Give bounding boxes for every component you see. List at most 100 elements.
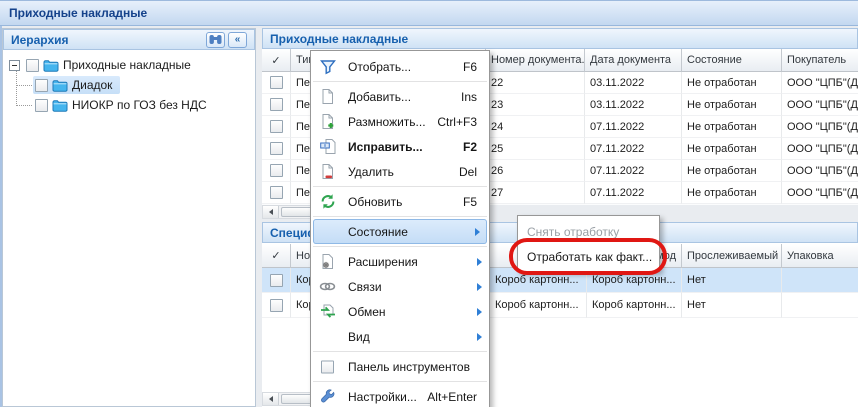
cell-date: 07.11.2022 — [585, 116, 682, 138]
column-header-state[interactable]: Состояние — [682, 49, 782, 72]
hierarchy-toolbar: « — [203, 32, 247, 48]
row-checkbox[interactable] — [270, 142, 283, 155]
cell-date: 07.11.2022 — [585, 182, 682, 204]
cell-packaging — [782, 268, 858, 293]
menu-item-links[interactable]: Связи — [311, 274, 489, 299]
tree-checkbox[interactable] — [26, 59, 39, 72]
cell-state: Не отработан — [682, 138, 782, 160]
cell-buyer: ООО "ЦПБ"(Д — [782, 182, 858, 204]
menu-item-refresh[interactable]: Обновить F5 — [311, 189, 489, 214]
menu-item-view[interactable]: Вид — [311, 324, 489, 349]
cell-date: 03.11.2022 — [585, 72, 682, 94]
menu-item-extensions[interactable]: Расширения — [311, 249, 489, 274]
hierarchy-panel: Иерархия « Приходные накладные — [2, 28, 256, 407]
checkbox-icon — [319, 358, 336, 375]
hierarchy-title: Иерархия — [11, 33, 69, 47]
delete-document-icon — [319, 163, 336, 180]
menu-item-state[interactable]: Состояние — [313, 219, 487, 244]
scroll-left-button[interactable] — [263, 206, 279, 218]
cell-date: 03.11.2022 — [585, 94, 682, 116]
column-header-date[interactable]: Дата документа — [585, 49, 682, 72]
column-header-buyer[interactable]: Покупатель — [782, 49, 858, 72]
collapse-panel-button[interactable]: « — [228, 32, 247, 48]
tree-item-niokr[interactable]: НИОКР по ГОЗ без НДС — [3, 95, 215, 115]
cell-buyer: ООО "ЦПБ"(Д — [782, 160, 858, 182]
cell-buyer: ООО "ЦПБ"(Д — [782, 116, 858, 138]
column-header-check[interactable]: ✓ — [262, 49, 291, 72]
cell-date: 07.11.2022 — [585, 138, 682, 160]
tree-item-label: НИОКР по ГОЗ без НДС — [72, 98, 207, 112]
cell-number: 24 — [486, 116, 585, 138]
tree-checkbox[interactable] — [35, 79, 48, 92]
cell-number: 23 — [486, 94, 585, 116]
links-icon — [319, 278, 336, 295]
row-checkbox[interactable] — [270, 120, 283, 133]
submenu-arrow-icon — [477, 283, 482, 291]
menu-item-add[interactable]: Добавить... Ins — [311, 84, 489, 109]
menu-item-delete[interactable]: Удалить Del — [311, 159, 489, 184]
row-checkbox[interactable] — [270, 98, 283, 111]
tree-checkbox[interactable] — [35, 99, 48, 112]
row-checkbox[interactable] — [270, 186, 283, 199]
app-window: Приходные накладные Иерархия « Приходны — [0, 0, 858, 407]
folder-icon — [52, 99, 68, 112]
exchange-icon — [319, 303, 336, 320]
row-checkbox[interactable] — [270, 164, 283, 177]
clone-document-icon — [319, 113, 336, 130]
tree-item-root[interactable]: Приходные накладные — [3, 55, 199, 75]
submenu-arrow-icon — [477, 258, 482, 266]
submenu-arrow-icon — [477, 333, 482, 341]
cell-date: 07.11.2022 — [585, 160, 682, 182]
window-title: Приходные накладные — [9, 6, 147, 20]
column-header-traceable[interactable]: Прослеживаемый — [682, 244, 782, 268]
column-header-packaging[interactable]: Упаковка — [782, 244, 858, 268]
menu-item-clone[interactable]: Размножить... Ctrl+F3 — [311, 109, 489, 134]
tree-item-label: Диадок — [72, 78, 112, 92]
submenu-arrow-icon — [477, 308, 482, 316]
tree-item-diadok[interactable]: Диадок — [3, 75, 120, 95]
cell-traceable: Нет — [682, 268, 782, 293]
search-button[interactable] — [206, 32, 225, 48]
row-checkbox[interactable] — [270, 299, 283, 312]
cell-number: 27 — [486, 182, 585, 204]
cell-number: 25 — [486, 138, 585, 160]
arrow-left-icon — [269, 396, 273, 402]
row-checkbox[interactable] — [270, 76, 283, 89]
cell-buyer: ООО "ЦПБ"(Д — [782, 72, 858, 94]
arrow-left-icon — [269, 209, 273, 215]
red-highlight-annotation — [509, 238, 667, 275]
cell-col3: Короб картонн... — [490, 293, 587, 318]
cell-state: Не отработан — [682, 182, 782, 204]
cell-buyer: ООО "ЦПБ"(Д — [782, 138, 858, 160]
extensions-icon — [319, 253, 336, 270]
cell-state: Не отработан — [682, 116, 782, 138]
binoculars-icon — [209, 34, 222, 45]
cell-buyer: ООО "ЦПБ"(Д — [782, 94, 858, 116]
settings-wrench-icon — [319, 388, 336, 405]
menu-item-toolbar-toggle[interactable]: Панель инструментов — [311, 354, 489, 379]
invoices-title: Приходные накладные — [270, 32, 408, 46]
menu-item-filter[interactable]: Отобрать... F6 — [311, 54, 489, 79]
folder-icon — [52, 79, 68, 92]
tree-collapse-icon[interactable] — [9, 60, 20, 71]
hierarchy-tree: Приходные накладные Диадок НИОКР по ГОЗ … — [3, 50, 255, 406]
scroll-left-button[interactable] — [263, 393, 279, 405]
menu-item-settings[interactable]: Настройки... Alt+Enter — [311, 384, 489, 407]
submenu-arrow-icon — [475, 228, 480, 236]
tree-item-label: Приходные накладные — [63, 58, 191, 72]
window-titlebar: Приходные накладные — [0, 0, 858, 26]
refresh-icon — [319, 193, 336, 210]
context-menu: Отобрать... F6 Добавить... Ins Размножит… — [310, 50, 490, 407]
column-header-check[interactable]: ✓ — [262, 244, 291, 268]
hierarchy-caption: Иерархия « — [3, 29, 255, 50]
row-checkbox[interactable] — [270, 274, 283, 287]
cell-number: 22 — [486, 72, 585, 94]
cell-state: Не отработан — [682, 94, 782, 116]
cell-traceable: Нет — [682, 293, 782, 318]
cell-state: Не отработан — [682, 160, 782, 182]
cell-col4: Короб картонн... — [587, 293, 682, 318]
menu-item-exchange[interactable]: Обмен — [311, 299, 489, 324]
column-header-number[interactable]: Номер документа. — [486, 49, 585, 72]
menu-item-edit[interactable]: Исправить... F2 — [311, 134, 489, 159]
edit-document-icon — [319, 138, 336, 155]
